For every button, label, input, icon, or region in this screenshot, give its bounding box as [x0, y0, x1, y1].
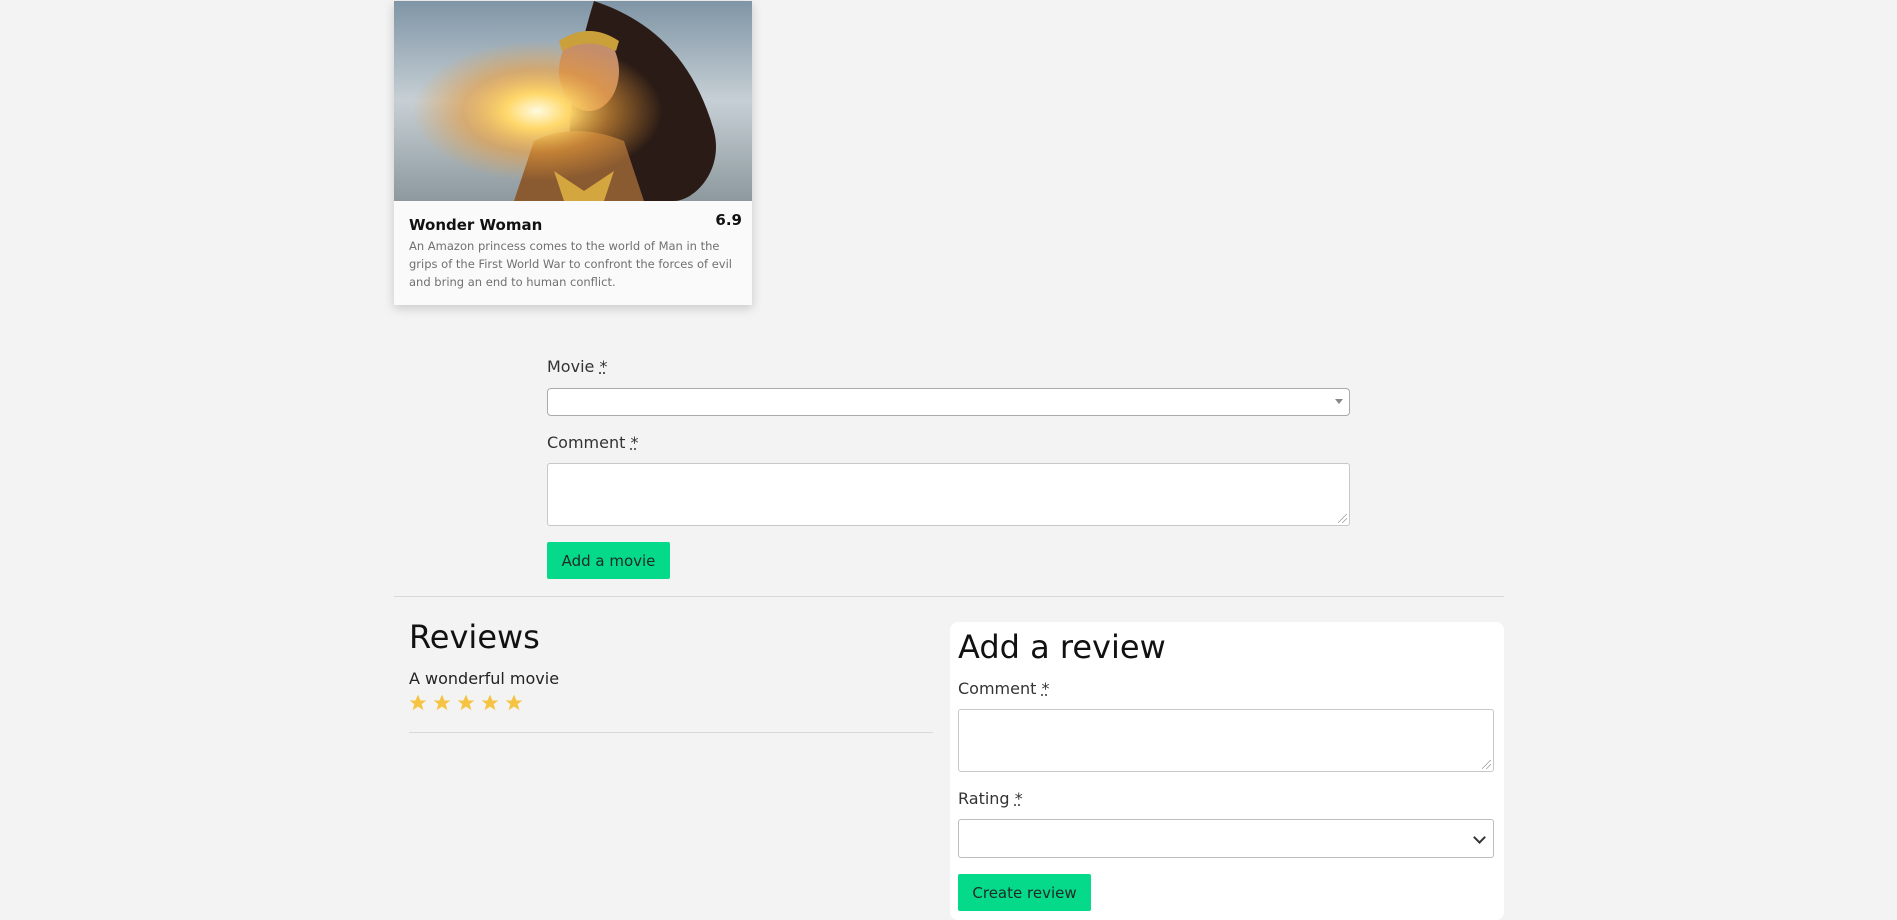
chevron-down-icon [1473, 831, 1486, 844]
required-mark: * [599, 357, 608, 376]
dropdown-arrow-icon [1335, 399, 1343, 404]
add-movie-button[interactable]: Add a movie [547, 542, 670, 579]
star-icon [457, 694, 475, 711]
review-comment-textarea[interactable] [958, 709, 1494, 772]
required-mark: * [1014, 789, 1023, 808]
star-icon [505, 694, 523, 711]
movie-poster-image [394, 1, 752, 201]
reviews-heading: Reviews [409, 618, 540, 656]
movie-card[interactable]: Wonder Woman 6.9 An Amazon princess come… [394, 1, 752, 305]
rating-label: Rating * [958, 789, 1023, 808]
movie-title: Wonder Woman [409, 216, 543, 234]
review-divider [409, 732, 933, 733]
required-mark: * [1041, 679, 1050, 698]
comment-field-label: Comment * [547, 433, 639, 452]
review-text: A wonderful movie [409, 669, 560, 688]
star-icon [409, 694, 427, 711]
section-divider [394, 596, 1504, 597]
star-icon [481, 694, 499, 711]
movie-description: An Amazon princess comes to the world of… [409, 239, 732, 289]
movie-comment-textarea[interactable] [547, 463, 1350, 526]
resize-handle-icon[interactable] [1338, 514, 1347, 523]
required-mark: * [630, 433, 639, 452]
movie-select[interactable] [547, 388, 1350, 416]
star-icon [433, 694, 451, 711]
review-rating-stars [408, 693, 524, 713]
resize-handle-icon[interactable] [1482, 760, 1491, 769]
movie-score: 6.9 [715, 211, 742, 229]
review-comment-label: Comment * [958, 679, 1050, 698]
movie-field-label: Movie * [547, 357, 608, 376]
rating-select[interactable] [958, 819, 1494, 858]
add-review-heading: Add a review [958, 628, 1166, 666]
create-review-button[interactable]: Create review [958, 874, 1091, 911]
